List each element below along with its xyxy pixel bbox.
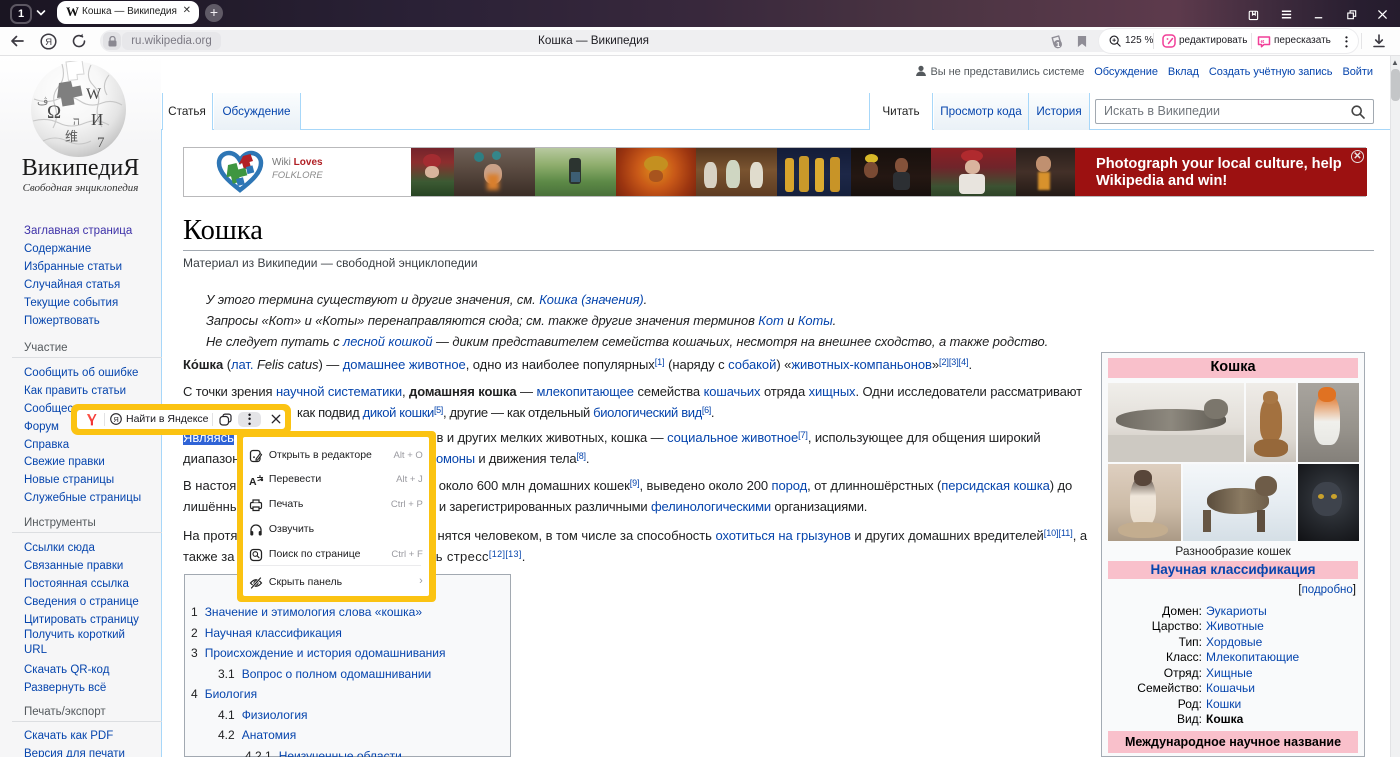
svg-text:7: 7 <box>97 135 105 151</box>
svg-text:维: 维 <box>65 129 78 144</box>
svg-text:ڤ: ڤ <box>37 96 48 108</box>
svg-text:Я: Я <box>113 415 118 424</box>
svg-text:W: W <box>86 86 102 103</box>
svg-text:ה: ה <box>73 114 80 128</box>
svg-text:Ω: Ω <box>47 102 61 123</box>
svg-text:И: И <box>91 110 103 129</box>
svg-text:Я: Я <box>45 37 52 48</box>
svg-text:«: « <box>1260 37 1264 46</box>
svg-text:А: А <box>249 476 257 487</box>
svg-text:1: 1 <box>1056 40 1060 49</box>
